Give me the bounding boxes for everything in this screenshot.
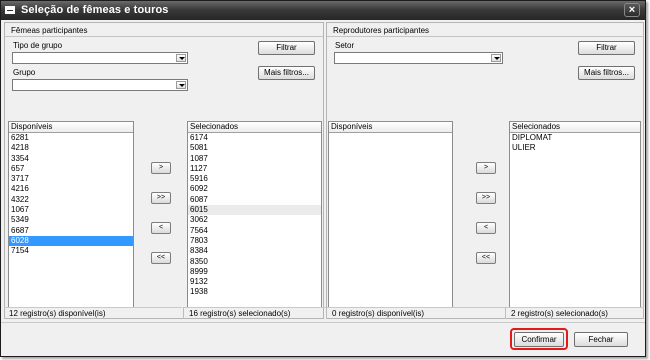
sires-selected-count: 2 registro(s) selecionado(s) <box>506 307 644 319</box>
females-selected-count: 16 registro(s) selecionado(s) <box>184 307 326 319</box>
list-item[interactable]: 657 <box>9 164 133 174</box>
list-item[interactable]: 7803 <box>188 236 321 246</box>
females-available-list[interactable]: Disponíveis 6281 4218 3354 657 3717 4216 4322 1… <box>8 121 134 308</box>
list-item[interactable]: 5081 <box>188 143 321 153</box>
window-menu-icon[interactable] <box>5 6 15 14</box>
list-item[interactable]: 1087 <box>188 154 321 164</box>
list-item[interactable]: 3062 <box>188 215 321 225</box>
list-item[interactable]: 1938 <box>188 287 321 297</box>
grupo-select[interactable] <box>12 79 188 91</box>
list-item[interactable]: 5916 <box>188 174 321 184</box>
selected-header: Selecionados <box>510 122 640 133</box>
tipo-grupo-select[interactable] <box>12 52 188 64</box>
list-item[interactable]: 3717 <box>9 174 133 184</box>
available-header: Disponíveis <box>9 122 133 133</box>
list-item[interactable]: 7154 <box>9 246 133 256</box>
list-item[interactable]: ULIER <box>510 143 640 153</box>
title-bar: Seleção de fêmeas e touros × <box>1 1 645 20</box>
list-item[interactable]: 6281 <box>9 133 133 143</box>
section-divider <box>327 36 643 37</box>
window-title: Seleção de fêmeas e touros <box>21 4 169 16</box>
selection-dialog: Seleção de fêmeas e touros × Fêmeas part… <box>0 0 646 357</box>
list-item[interactable]: 4216 <box>9 184 133 194</box>
list-item[interactable]: 1067 <box>9 205 133 215</box>
sires-section-title: Reprodutores participantes <box>333 26 430 35</box>
list-item[interactable]: 6174 <box>188 133 321 143</box>
setor-label: Setor <box>335 41 355 50</box>
list-item[interactable]: 7564 <box>188 226 321 236</box>
list-item[interactable]: DIPLOMAT <box>510 133 640 143</box>
list-item[interactable]: 6687 <box>9 226 133 236</box>
confirm-highlight <box>510 328 568 350</box>
grupo-label: Grupo <box>13 68 36 77</box>
sires-panel: Reprodutores participantes Setor Filtrar… <box>326 22 644 319</box>
females-available-count: 12 registro(s) disponível(is) <box>4 307 182 319</box>
list-item[interactable]: 1127 <box>188 164 321 174</box>
available-items: 6281 4218 3354 657 3717 4216 4322 1067 5349 6687 6… <box>9 133 133 257</box>
close-window-button[interactable]: × <box>624 3 640 17</box>
list-item[interactable]: 4322 <box>9 195 133 205</box>
sires-selected-list[interactable]: Selecionados DIPLOMAT ULIER <box>509 121 641 308</box>
females-section-title: Fêmeas participantes <box>11 26 88 35</box>
sires-available-count: 0 registro(s) disponível(is) <box>327 307 505 319</box>
close-label: Fechar <box>588 335 614 344</box>
list-item[interactable]: 6087 <box>188 195 321 205</box>
chevron-down-icon[interactable] <box>491 54 501 62</box>
list-item[interactable]: 8999 <box>188 267 321 277</box>
filtrar-button[interactable]: Filtrar <box>578 41 635 55</box>
remove-button[interactable]: < <box>476 222 496 234</box>
chevron-down-icon[interactable] <box>176 81 186 89</box>
chevron-down-icon[interactable] <box>176 54 186 62</box>
close-button[interactable]: Fechar <box>574 332 628 347</box>
list-item[interactable]: 5349 <box>9 215 133 225</box>
mais-filtros-button[interactable]: Mais filtros... <box>578 66 635 80</box>
females-panel: Fêmeas participantes Tipo de grupo Grupo… <box>4 22 324 319</box>
tipo-grupo-label: Tipo de grupo <box>13 41 63 50</box>
sires-move-buttons: > >> < << <box>467 121 505 308</box>
list-item[interactable]: 6015 <box>188 205 321 216</box>
available-header: Disponíveis <box>329 122 452 133</box>
remove-button[interactable]: < <box>151 222 171 234</box>
selected-items: DIPLOMAT ULIER <box>510 133 640 154</box>
list-item[interactable]: 4218 <box>9 143 133 153</box>
list-item[interactable]: 8384 <box>188 246 321 256</box>
selected-header: Selecionados <box>188 122 321 133</box>
mais-filtros-button[interactable]: Mais filtros... <box>258 66 315 80</box>
add-button[interactable]: > <box>476 162 496 174</box>
remove-all-button[interactable]: << <box>151 252 171 264</box>
list-item[interactable]: 9132 <box>188 277 321 287</box>
add-all-button[interactable]: >> <box>151 192 171 204</box>
section-divider <box>5 36 323 37</box>
list-item[interactable]: 6092 <box>188 184 321 194</box>
list-item[interactable]: 6028 <box>9 235 133 247</box>
females-move-buttons: > >> < << <box>142 121 180 308</box>
list-item[interactable]: 3354 <box>9 154 133 164</box>
list-item[interactable]: 8350 <box>188 257 321 267</box>
remove-all-button[interactable]: << <box>476 252 496 264</box>
filtrar-button[interactable]: Filtrar <box>258 41 315 55</box>
add-button[interactable]: > <box>151 162 171 174</box>
setor-select[interactable] <box>334 52 503 64</box>
females-selected-list[interactable]: Selecionados 6174 5081 1087 1127 5916 6092 608… <box>187 121 322 308</box>
add-all-button[interactable]: >> <box>476 192 496 204</box>
selected-items: 6174 5081 1087 1127 5916 6092 6087 6015 3062 7564… <box>188 133 321 298</box>
sires-available-list[interactable]: Disponíveis <box>328 121 453 308</box>
